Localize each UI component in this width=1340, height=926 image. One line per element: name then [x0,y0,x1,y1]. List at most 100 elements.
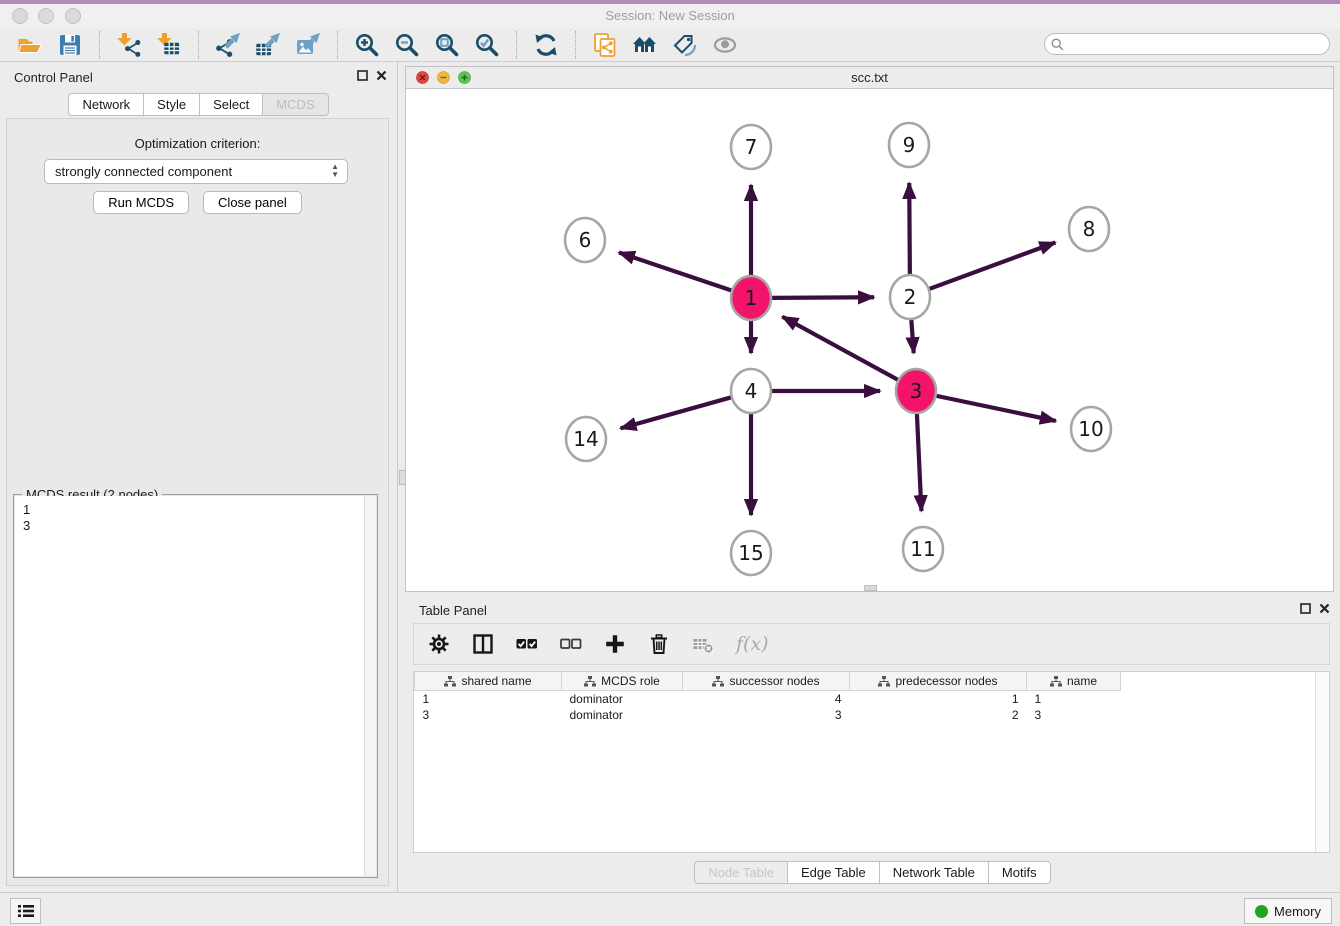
split-columns-icon[interactable] [472,631,494,657]
close-panel-button[interactable]: Close panel [203,191,302,214]
maximize-view-icon[interactable] [458,71,471,84]
graph-node-3[interactable]: 3 [896,369,936,413]
cell-shared-name[interactable]: 3 [415,707,562,723]
table-row[interactable]: 3dominator323 [415,707,1121,723]
export-image-icon[interactable] [293,31,323,59]
graph-edge-3-11[interactable] [917,414,921,511]
zoom-fit-icon[interactable] [432,31,462,59]
export-table-icon[interactable] [253,31,283,59]
graph-node-10[interactable]: 10 [1071,407,1111,451]
graph-edge-4-14[interactable] [621,397,731,428]
graph-node-1[interactable]: 1 [731,276,771,320]
tab-mcds[interactable]: MCDS [262,93,328,116]
tab-node-table[interactable]: Node Table [694,861,787,884]
cell-predecessor-nodes[interactable]: 1 [850,691,1027,708]
tab-style[interactable]: Style [143,93,199,116]
cell-shared-name[interactable]: 1 [415,691,562,708]
zoom-selected-icon[interactable] [472,31,502,59]
graph-node-2[interactable]: 2 [890,275,930,319]
run-mcds-button[interactable]: Run MCDS [93,191,189,214]
svg-text:2: 2 [904,285,917,309]
canvas-resize-grip[interactable] [864,585,877,591]
annotations-toggle-icon[interactable] [670,31,700,59]
import-network-icon[interactable] [114,31,144,59]
export-network-icon[interactable] [213,31,243,59]
tab-motifs[interactable]: Motifs [988,861,1051,884]
network-window-titlebar[interactable]: scc.txt [406,67,1333,89]
delete-row-icon[interactable] [648,631,670,657]
svg-text:9: 9 [903,133,916,157]
minimize-window-icon[interactable] [38,8,54,24]
optimization-criterion-value: strongly connected component [55,164,232,179]
deselect-all-icon[interactable] [560,631,582,657]
table-toolbar: f(x) [413,623,1330,665]
column-header-predecessor-nodes[interactable]: predecessor nodes [850,672,1027,691]
open-folder-icon[interactable] [15,31,45,59]
clone-network-icon[interactable] [590,31,620,59]
svg-text:4: 4 [745,379,758,403]
graph-node-9[interactable]: 9 [889,123,929,167]
graph-node-4[interactable]: 4 [731,369,771,413]
close-view-icon[interactable] [416,71,429,84]
float-panel-icon[interactable] [357,70,368,81]
svg-text:3: 3 [910,379,923,403]
mcds-result-scrollbar[interactable] [364,496,376,876]
cell-successor-nodes[interactable]: 3 [683,707,850,723]
graph-edge-2-8[interactable] [930,242,1056,288]
graph-edge-1-2[interactable] [772,297,874,298]
cell-MCDS-role[interactable]: dominator [562,707,683,723]
tab-network-table[interactable]: Network Table [879,861,988,884]
cell-predecessor-nodes[interactable]: 2 [850,707,1027,723]
memory-button[interactable]: Memory [1244,898,1332,924]
search-input[interactable] [1068,36,1312,52]
save-session-icon[interactable] [55,31,85,59]
graphics-details-icon[interactable] [710,31,740,59]
network-canvas[interactable]: 7 9 6 8 1 2 4 3 14 10 15 11 [406,89,1333,591]
tab-network[interactable]: Network [68,93,143,116]
zoom-in-icon[interactable] [352,31,382,59]
search-field[interactable] [1044,33,1330,55]
zoom-window-icon[interactable] [65,8,81,24]
minimize-view-icon[interactable] [437,71,450,84]
close-window-icon[interactable] [12,8,28,24]
cell-name[interactable]: 3 [1027,707,1121,723]
tab-edge-table[interactable]: Edge Table [787,861,879,884]
apply-layout-icon[interactable] [531,31,561,59]
first-neighbors-icon[interactable] [630,31,660,59]
status-bar: Memory [0,892,1340,926]
table-scrollbar[interactable] [1315,672,1329,852]
graph-node-7[interactable]: 7 [731,125,771,169]
graph-edge-2-3[interactable] [911,320,913,353]
add-row-icon[interactable] [604,631,626,657]
column-header-MCDS-role[interactable]: MCDS role [562,672,683,691]
graph-edge-1-6[interactable] [619,253,731,291]
column-header-shared-name[interactable]: shared name [415,672,562,691]
column-header-name[interactable]: name [1027,672,1121,691]
close-table-panel-icon[interactable] [1319,603,1330,614]
optimization-criterion-select[interactable]: strongly connected component ▲▼ [44,159,348,184]
graph-node-15[interactable]: 15 [731,531,771,575]
cell-successor-nodes[interactable]: 4 [683,691,850,708]
float-table-panel-icon[interactable] [1300,603,1311,614]
table-panel: Table Panel f(x) shared nameMCDS rolesuc… [405,595,1340,890]
svg-text:6: 6 [579,228,592,252]
cell-MCDS-role[interactable]: dominator [562,691,683,708]
cell-name[interactable]: 1 [1027,691,1121,708]
settings-gear-icon[interactable] [428,631,450,657]
close-panel-icon[interactable] [376,70,387,81]
graph-node-6[interactable]: 6 [565,218,605,262]
graph-node-8[interactable]: 8 [1069,207,1109,251]
select-all-icon[interactable] [516,631,538,657]
graph-edge-3-10[interactable] [937,396,1056,421]
graph-node-14[interactable]: 14 [566,417,606,461]
task-history-button[interactable] [10,898,41,924]
import-table-icon[interactable] [154,31,184,59]
mcds-result-textarea[interactable]: 13 [15,496,376,876]
zoom-out-icon[interactable] [392,31,422,59]
graph-node-11[interactable]: 11 [903,527,943,571]
column-header-successor-nodes[interactable]: successor nodes [683,672,850,691]
graph-edge-3-1[interactable] [782,317,897,380]
tab-select[interactable]: Select [199,93,262,116]
table-row[interactable]: 1dominator411 [415,691,1121,708]
graph-edge-2-9[interactable] [909,183,910,274]
